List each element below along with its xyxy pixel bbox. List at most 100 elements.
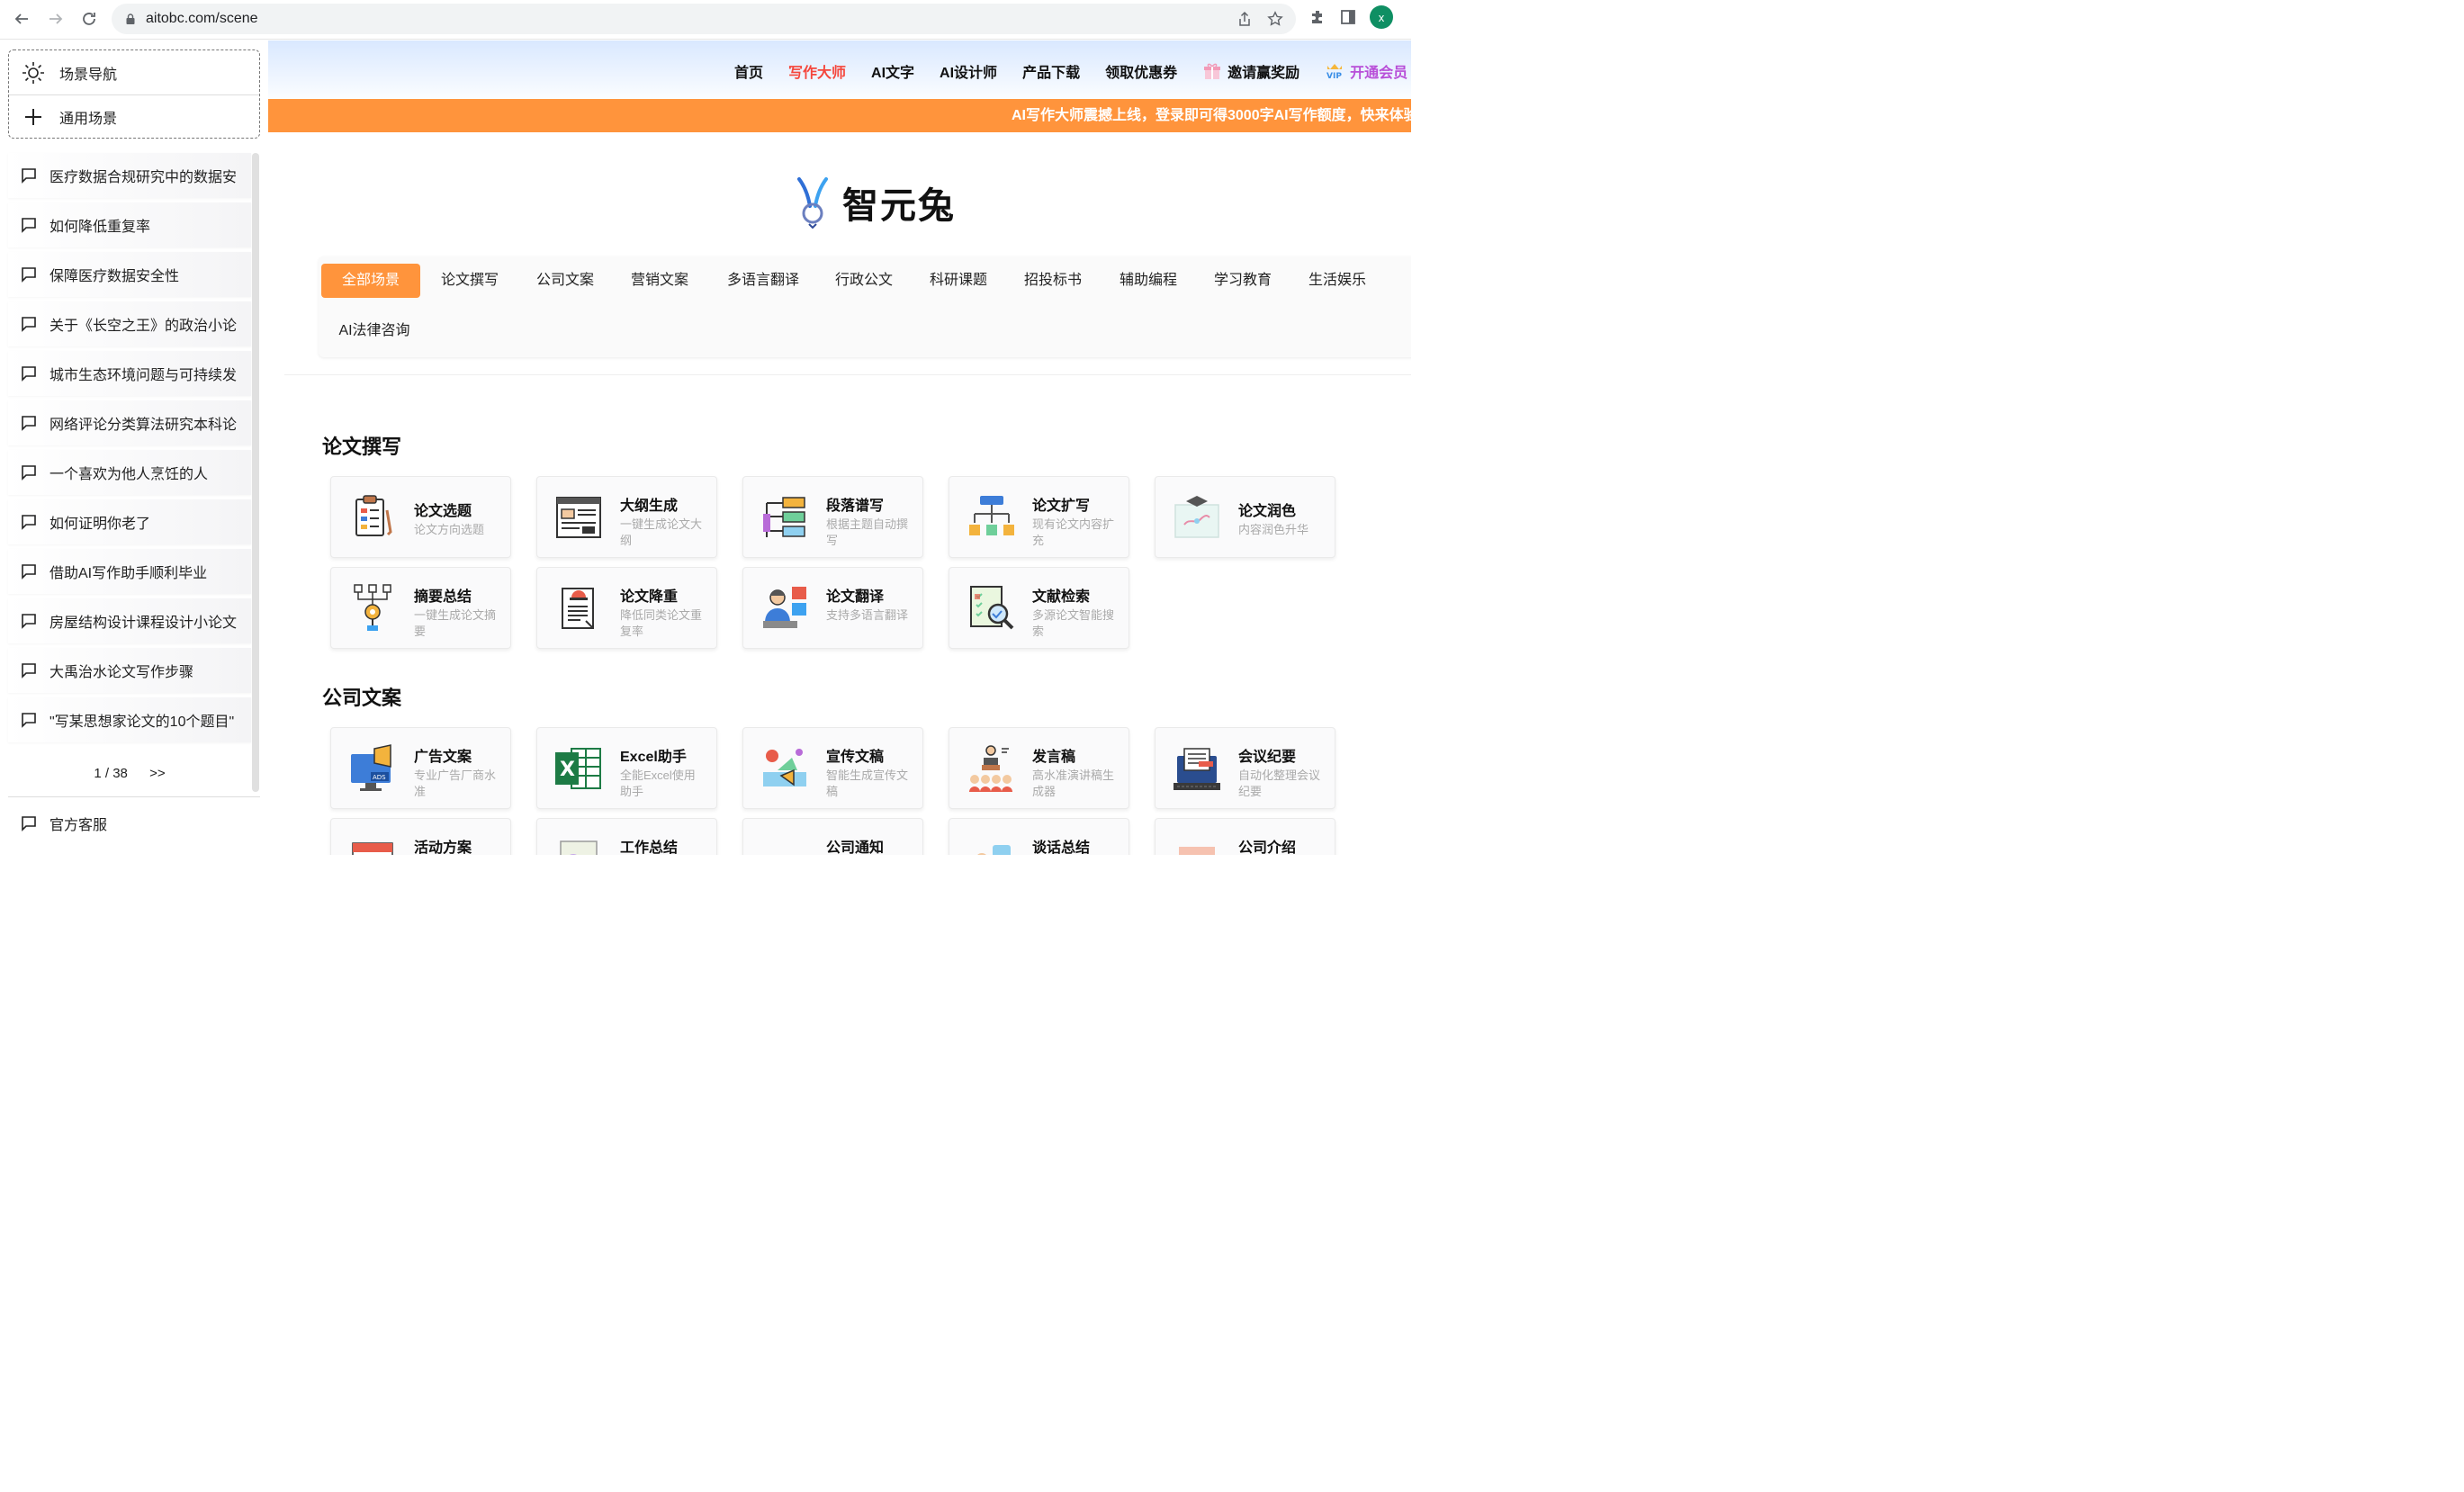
history-item[interactable]: 关于《长空之王》的政治小论	[8, 301, 251, 346]
nav-invite[interactable]: 邀请赢奖励	[1202, 60, 1299, 82]
scene-card[interactable]: 活动方案	[330, 818, 511, 855]
history-pager: 1 / 38 >>	[0, 766, 259, 781]
history-item[interactable]: 大禹治水论文写作步骤	[8, 648, 251, 693]
history-item[interactable]: 网络评论分类算法研究本科论	[8, 400, 251, 445]
tab-marketing[interactable]: 营销文案	[618, 264, 701, 298]
search-doc-icon	[970, 586, 1014, 630]
chat-icon	[22, 366, 36, 382]
history-item[interactable]: 借助AI写作助手顺利毕业	[8, 549, 251, 594]
tab-education[interactable]: 学习教育	[1201, 264, 1284, 298]
history-item[interactable]: 一个喜欢为他人烹饪的人	[8, 450, 251, 495]
nav-home[interactable]: 首页	[734, 60, 763, 82]
history-item[interactable]: 保障医疗数据安全性	[8, 252, 251, 297]
scene-card[interactable]: 段落谱写 根据主题自动撰写	[742, 476, 923, 558]
history-item[interactable]: 如何降低重复率	[8, 202, 251, 247]
scene-card[interactable]: 公司介绍	[1155, 818, 1335, 855]
scene-card[interactable]: 论文润色 内容润色升华	[1155, 476, 1335, 558]
scene-card[interactable]: 工作总结	[536, 818, 717, 855]
history-item-label: 保障医疗数据安全性	[49, 269, 180, 284]
back-icon[interactable]	[5, 3, 38, 35]
card-title: 活动方案	[414, 840, 472, 855]
scene-card[interactable]: 论文翻译 支持多语言翻译	[742, 567, 923, 649]
paragraph-icon	[763, 497, 805, 537]
history-item[interactable]: 房屋结构设计课程设计小论文	[8, 598, 251, 643]
tab-lifestyle[interactable]: 生活娱乐	[1296, 264, 1379, 298]
history-item[interactable]: "写某思想家论文的10个题目"	[8, 697, 251, 742]
vip-icon: VIP	[1326, 64, 1342, 81]
nav-vip[interactable]: VIP 开通会员	[1325, 60, 1407, 82]
history-item[interactable]: 如何证明你老了	[8, 499, 251, 544]
category-tabs: 全部场景 论文撰写 公司文案 营销文案 多语言翻译 行政公文 科研课题 招投标书…	[319, 256, 1411, 357]
reload-icon[interactable]	[73, 3, 105, 35]
star-icon[interactable]	[1267, 11, 1283, 27]
card-desc: 多源论文智能搜索	[1032, 608, 1115, 638]
card-title: 宣传文稿	[826, 750, 885, 765]
scene-card[interactable]: 摘要总结 一键生成论文摘要	[330, 567, 511, 649]
scene-nav-box: 场景导航 通用场景	[8, 49, 260, 139]
scene-card[interactable]: ADS 广告文案 专业广告厂商水准	[330, 727, 511, 809]
sun-icon	[22, 61, 44, 84]
chat-icon	[22, 218, 36, 233]
nav-writing-master[interactable]: 写作大师	[788, 60, 846, 82]
card-title: 公司通知	[826, 840, 885, 855]
scene-card[interactable]: 公司通知	[742, 818, 923, 855]
tab-thesis[interactable]: 论文撰写	[428, 264, 511, 298]
sidebar-divider	[8, 796, 260, 797]
sidebar-scrollbar[interactable]	[252, 153, 259, 792]
history-item[interactable]: 医疗数据合规研究中的数据安	[8, 153, 251, 198]
polish-icon	[1174, 496, 1219, 538]
clipboard-icon	[355, 495, 392, 536]
card-title: 工作总结	[620, 840, 679, 855]
history-item[interactable]: 城市生态环境问题与可持续发	[8, 351, 251, 396]
scene-card[interactable]: 宣传文稿 智能生成宣传文稿	[742, 727, 923, 809]
nav-ai-text[interactable]: AI文字	[871, 60, 914, 82]
scene-card[interactable]: X Excel助手 全能Excel使用助手	[536, 727, 717, 809]
card-desc: 降低同类论文重复率	[620, 608, 703, 638]
calendar-icon	[352, 842, 393, 855]
card-title: 论文选题	[414, 504, 472, 519]
forward-icon[interactable]	[40, 3, 72, 35]
nav-download[interactable]: 产品下载	[1022, 60, 1080, 82]
scene-nav-item[interactable]: 场景导航	[9, 50, 259, 94]
tab-administrative[interactable]: 行政公文	[823, 264, 905, 298]
lock-icon	[126, 13, 135, 24]
side-panel-icon[interactable]	[1339, 8, 1357, 26]
nav-coupon[interactable]: 领取优惠券	[1105, 60, 1177, 82]
tab-research[interactable]: 科研课题	[917, 264, 1000, 298]
scene-card[interactable]: 论文选题 论文方向选题	[330, 476, 511, 558]
profile-avatar[interactable]: x	[1370, 5, 1393, 29]
translate-icon	[763, 587, 806, 628]
work-summary-icon	[560, 840, 598, 855]
scene-card[interactable]: 论文降重 降低同类论文重复率	[536, 567, 717, 649]
next-page-button[interactable]: >>	[149, 766, 166, 781]
card-desc: 论文方向选题	[414, 523, 485, 536]
history-item-label: 一个喜欢为他人烹饪的人	[49, 467, 209, 482]
share-icon[interactable]	[1236, 11, 1253, 27]
extensions-icon[interactable]	[1308, 8, 1326, 26]
scene-card[interactable]: 论文扩写 现有论文内容扩充	[949, 476, 1129, 558]
card-desc: 自动化整理会议纪要	[1238, 768, 1321, 798]
gift-icon	[1204, 63, 1221, 79]
tab-programming[interactable]: 辅助编程	[1107, 264, 1190, 298]
brand-name: 智元兔	[842, 186, 956, 226]
chat-icon	[22, 267, 36, 283]
top-header: 首页 写作大师 AI文字 AI设计师 产品下载 领取优惠券 邀请赢奖励 VIP …	[268, 40, 1411, 99]
card-title: 大纲生成	[620, 499, 679, 514]
scene-card[interactable]: 发言稿 高水准演讲稿生成器	[949, 727, 1129, 809]
general-scene-item[interactable]: 通用场景	[9, 94, 259, 139]
history-item-label: 大禹治水论文写作步骤	[49, 665, 194, 680]
scene-card[interactable]: 谈话总结	[949, 818, 1129, 855]
tab-translation[interactable]: 多语言翻译	[718, 264, 808, 298]
address-bar[interactable]: aitobc.com/scene	[112, 4, 1296, 34]
tab-legal[interactable]: AI法律咨询	[329, 314, 419, 348]
tab-all[interactable]: 全部场景	[321, 264, 420, 298]
card-title: 段落谱写	[826, 499, 885, 514]
customer-service-link[interactable]: 官方客服	[21, 813, 107, 834]
scene-card[interactable]: 会议纪要 自动化整理会议纪要	[1155, 727, 1335, 809]
tab-company[interactable]: 公司文案	[524, 264, 607, 298]
tab-bidding[interactable]: 招投标书	[1012, 264, 1094, 298]
main-content: 首页 写作大师 AI文字 AI设计师 产品下载 领取优惠券 邀请赢奖励 VIP …	[268, 40, 1411, 855]
nav-ai-designer[interactable]: AI设计师	[940, 60, 997, 82]
scene-card[interactable]: 大纲生成 一键生成论文大纲	[536, 476, 717, 558]
scene-card[interactable]: 文献检索 多源论文智能搜索	[949, 567, 1129, 649]
